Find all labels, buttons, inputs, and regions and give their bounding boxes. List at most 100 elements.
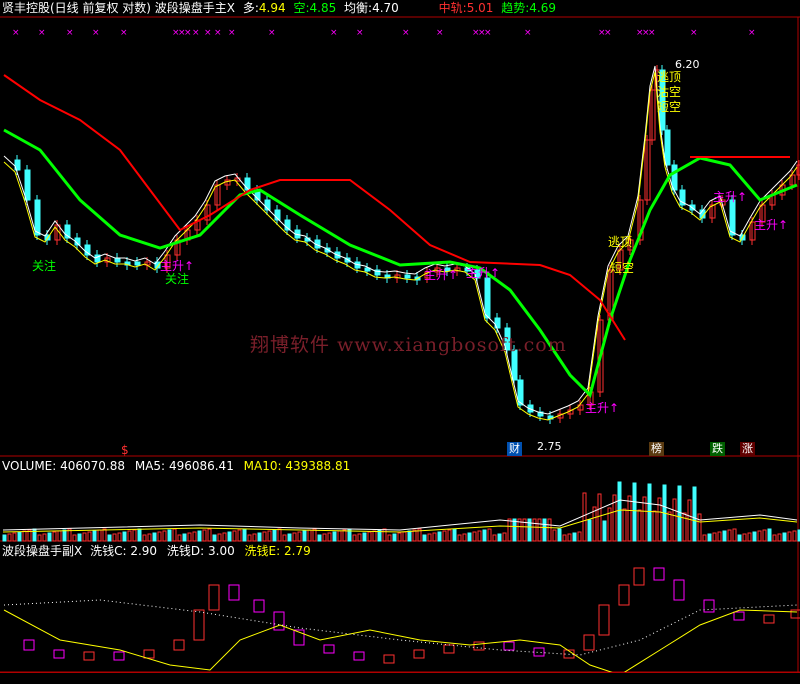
volume-bar-112 [562,534,567,542]
top-marker-14: × [356,28,364,38]
candle-11 [114,257,121,263]
volume-bar-92 [462,533,467,542]
marker-dollar[interactable]: $ [121,443,129,457]
marker-cai[interactable]: 财 [507,442,522,456]
top-marker-4: × [120,28,128,38]
volume-bar-100 [502,532,507,542]
stock-chart-window: × × × × × × × × × × × × × × × × × × × × × × × × × × × × 贤丰控股(日线 前复权… [0,0,800,684]
top-marker-12: × [268,28,276,38]
top-marker-22: × [604,28,612,38]
volume-bar-114 [572,532,577,542]
ma-yellow-line [3,71,798,421]
marker-zhang[interactable]: 涨 [740,442,755,456]
volume-bar-44 [222,532,227,542]
volume-bar-150 [752,531,757,542]
volume-bar-32 [162,530,167,542]
candle-76 [729,199,736,236]
volume-bar-156 [782,532,787,542]
qushi-label: 趋势: [501,1,530,15]
volume-bar-10 [52,531,57,542]
volume-bar-96 [482,529,487,542]
top-marker-13: × [330,28,338,38]
top-marker-26: × [690,28,698,38]
volume-bar-1 [7,533,12,542]
volume-bar-120 [602,520,607,542]
top-marker-2: × [66,28,74,38]
volume-bar-16 [82,532,87,542]
marker-bang[interactable]: 榜 [649,442,664,456]
indicator-step-10 [253,599,265,613]
xiqian-e-label: 洗钱E: [244,544,281,558]
volume-bar-106 [532,518,537,542]
volume-bar-102 [512,518,517,542]
volume-value: 406070.88 [60,459,126,473]
volume-panel-header: VOLUME: 406070.88 MA5: 496086.41 MA10: 4… [2,458,350,474]
volume-bar-148 [742,533,747,542]
volume-bar-78 [392,533,397,542]
indicator-step-14 [353,651,365,661]
qushi-value: 4.69 [529,1,556,15]
volume-bar-123 [617,481,622,542]
volume-bar-72 [362,532,367,542]
indicator-step-8 [208,584,220,611]
main-panel-header: 贤丰控股(日线 前复权 对数) 波段操盘手主X 多:4.94 空:4.85 均衡… [2,0,556,16]
volume-bar-45 [227,531,232,542]
volume-bar-18 [92,530,97,542]
volume-bar-144 [722,530,727,542]
volume-bar-22 [112,533,117,542]
volume-bar-73 [367,531,372,542]
volume-bar-17 [87,531,92,542]
volume-bar-143 [717,531,722,542]
volume-bar-23 [117,532,122,542]
chart-title: 贤丰控股(日线 前复权 对数) 波段操盘手主X [2,1,236,15]
top-marker-15: × [402,28,410,38]
volume-bar-90 [452,528,457,542]
volume-label: VOLUME: [2,459,57,473]
volume-bar-101 [507,518,512,542]
indicator-panel-header: 波段操盘手副X 洗钱C: 2.90 洗钱D: 3.00 洗钱E: 2.79 [2,543,311,559]
volume-bar-86 [432,532,437,542]
indicator-step-25 [633,567,645,586]
volume-bar-76 [382,528,387,542]
volume-bar-154 [772,534,777,542]
volume-bar-35 [177,534,182,542]
top-marker-9: × [204,28,212,38]
volume-bar-142 [712,532,717,542]
volume-bar-138 [692,486,697,542]
top-marker-8: × [192,28,200,38]
volume-bar-136 [682,512,687,542]
volume-bar-118 [592,506,597,542]
indicator-step-17 [443,644,455,654]
volume-bar-109 [547,518,552,542]
volume-bar-61 [307,529,312,542]
volume-bar-155 [777,533,782,542]
volume-bar-15 [77,533,82,542]
zhonggui-value: 5.01 [466,1,494,15]
volume-bar-141 [707,533,712,542]
indicator-step-11 [273,611,285,631]
top-marker-0: × [12,28,20,38]
volume-bar-11 [57,530,62,542]
volume-bar-30 [152,532,157,542]
volume-bar-117 [587,519,592,542]
top-marker-25: × [648,28,656,38]
volume-bar-59 [297,531,302,542]
date-axis[interactable] [0,672,800,684]
volume-bar-41 [207,528,212,542]
volume-bar-2 [12,532,17,542]
kong-label: 空: [293,1,310,15]
indicator-yellow-line [3,609,798,676]
trend-red-line [3,74,626,341]
volume-bar-115 [577,531,582,542]
volume-bar-12 [62,529,67,542]
volume-bar-0 [2,534,7,542]
volume-bar-50 [252,533,257,542]
junheng-label: 均衡: [344,1,373,15]
volume-bar-48 [242,528,247,542]
annotation-duankong-1: 短空 [610,261,635,275]
low-price-label: 2.75 [537,440,562,453]
volume-bar-46 [232,530,237,542]
volume-bar-71 [357,533,362,542]
marker-die[interactable]: 跌 [710,442,725,456]
candle-48 [484,277,491,319]
